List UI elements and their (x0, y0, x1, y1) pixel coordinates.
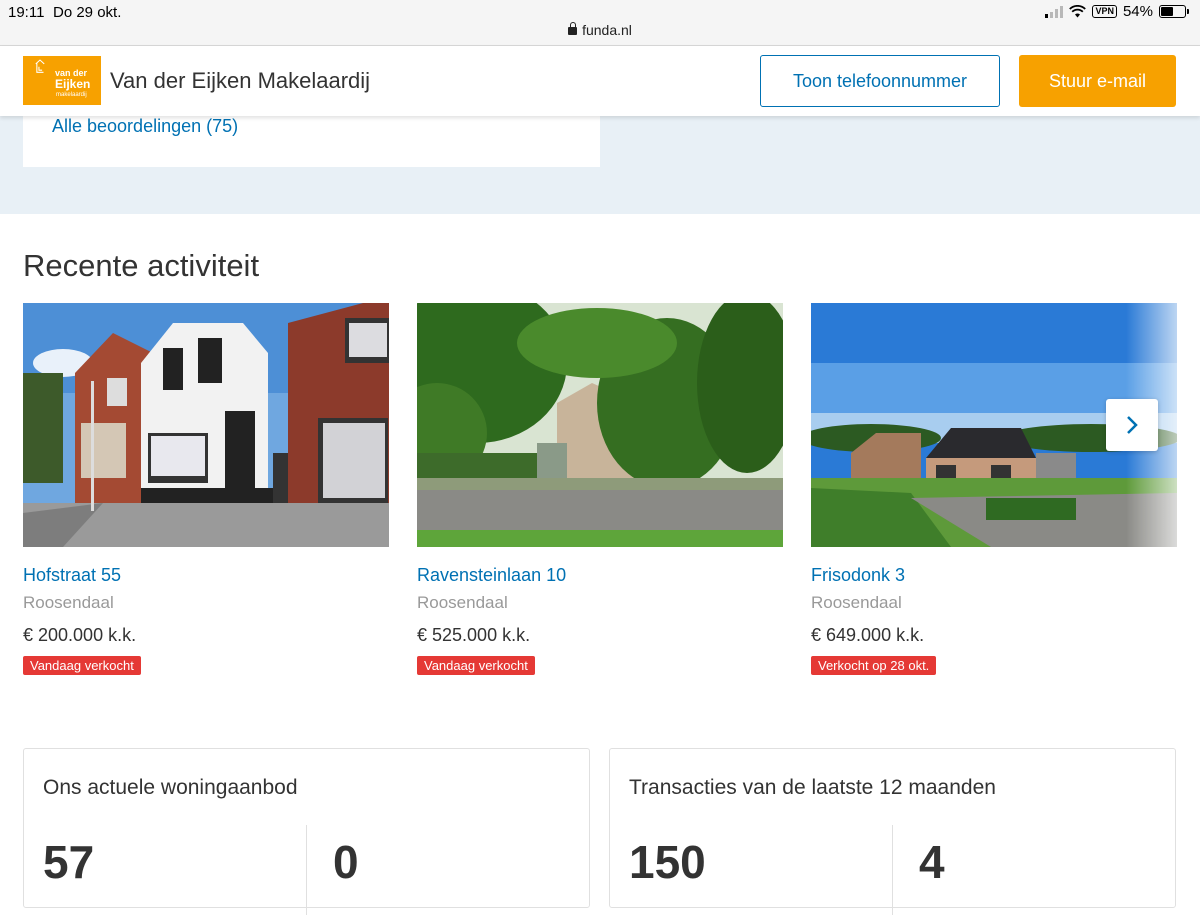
address-bar[interactable]: funda.nl (0, 22, 1200, 38)
listing-address[interactable]: Hofstraat 55 (23, 565, 121, 586)
status-date: Do 29 okt. (53, 4, 122, 21)
listing-price: € 525.000 k.k. (417, 625, 531, 645)
cellular-signal-icon (1045, 5, 1064, 18)
offer-box: Ons actuele woningaanbod 57 0 (23, 748, 590, 915)
listing-address[interactable]: Ravensteinlaan 10 (417, 565, 566, 586)
divider (306, 825, 307, 915)
ios-status-bar: 19:11 Do 29 okt. VPN 54% funda.nl (0, 0, 1200, 46)
battery-icon (1159, 5, 1189, 18)
all-reviews-link[interactable]: Alle beoordelingen (75) (52, 116, 238, 137)
reviews-section: Alle beoordelingen (75) (0, 116, 1200, 214)
offer-count-left: 57 (43, 836, 95, 888)
status-time: 19:11 (8, 4, 45, 21)
carousel-next-button[interactable] (1106, 399, 1158, 451)
show-phone-button[interactable]: Toon telefoonnummer (760, 55, 1000, 107)
listing-price: € 649.000 k.k. (811, 625, 925, 645)
house-photo-ravensteinlaan (417, 303, 783, 547)
listing-card[interactable]: Hofstraat 55 Roosendaal € 200.000 k.k. V… (23, 303, 389, 675)
transactions-count-right: 4 (919, 836, 945, 888)
listing-address[interactable]: Frisodonk 3 (811, 565, 905, 586)
battery-percentage: 54% (1122, 3, 1153, 20)
listing-photo[interactable] (23, 303, 389, 547)
house-photo-hofstraat (23, 303, 389, 547)
vpn-indicator: VPN (1092, 5, 1117, 18)
chevron-right-icon (1127, 416, 1138, 434)
transactions-box: Transacties van de laatste 12 maanden 15… (609, 748, 1176, 915)
url-text: funda.nl (582, 22, 632, 38)
transactions-title: Transacties van de laatste 12 maanden (629, 776, 996, 799)
listing-city: Roosendaal (811, 593, 902, 612)
logo-text-line2: Eijken (55, 77, 91, 91)
listing-price: € 200.000 k.k. (23, 625, 137, 645)
recent-activity-title: Recente activiteit (23, 248, 260, 283)
offer-count-right: 0 (333, 836, 359, 888)
status-indicators: VPN 54% (1045, 3, 1189, 20)
listing-city: Roosendaal (23, 593, 114, 612)
offer-title: Ons actuele woningaanbod (43, 776, 298, 799)
house-logo-icon (35, 59, 45, 73)
sold-badge: Verkocht op 28 okt. (811, 656, 937, 675)
sold-badge: Vandaag verkocht (417, 656, 535, 675)
transactions-count-left: 150 (629, 836, 706, 888)
divider (892, 825, 893, 915)
agency-header: van der Eijken makelaardij Van der Eijke… (0, 46, 1200, 116)
listing-photo[interactable] (417, 303, 783, 547)
sold-badge: Vandaag verkocht (23, 656, 141, 675)
listing-city: Roosendaal (417, 593, 508, 612)
lock-icon (568, 22, 578, 35)
wifi-icon (1069, 5, 1087, 18)
send-email-button[interactable]: Stuur e-mail (1019, 55, 1176, 107)
reviews-card: Alle beoordelingen (75) (23, 116, 600, 167)
agency-name: Van der Eijken Makelaardij (110, 68, 371, 93)
logo-text-line3: makelaardij (56, 92, 87, 98)
agency-logo[interactable]: van der Eijken makelaardij (23, 56, 101, 105)
listing-card[interactable]: Ravensteinlaan 10 Roosendaal € 525.000 k… (417, 303, 783, 675)
